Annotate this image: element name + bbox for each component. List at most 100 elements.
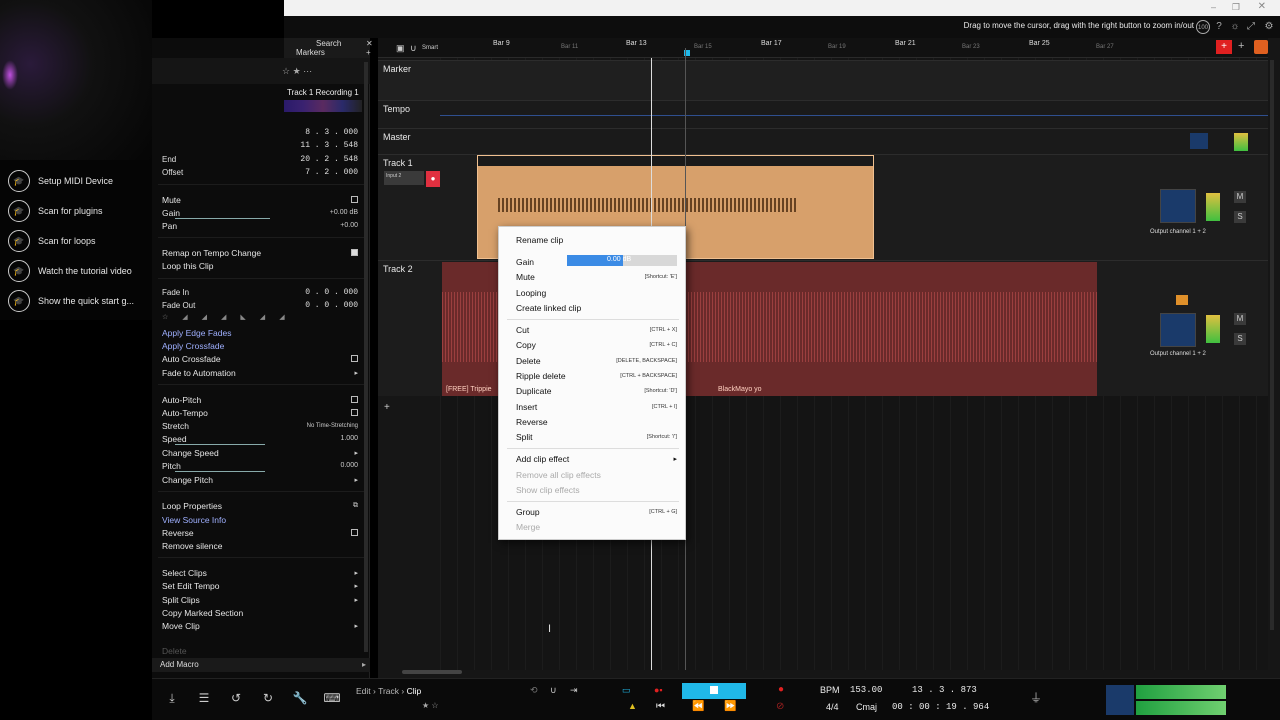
automation-record-icon[interactable]: ⊘ <box>776 701 784 712</box>
mute-button[interactable]: M <box>1234 313 1246 325</box>
keyboard-icon[interactable]: ⌨ <box>320 689 344 707</box>
help-icon[interactable]: ? <box>1212 20 1226 34</box>
view-source-row[interactable]: View Source Info <box>162 513 358 526</box>
menu-create-linked-clip[interactable]: Create linked clip <box>499 300 687 315</box>
menu-looping[interactable]: Looping <box>499 285 687 300</box>
remap-row[interactable]: Remap on Tempo Change <box>162 246 358 259</box>
auto-tempo-row[interactable]: Auto-Tempo <box>162 406 358 419</box>
reverse-checkbox[interactable] <box>351 529 358 536</box>
set-edit-tempo-row[interactable]: Set Edit Tempo ▸ <box>162 579 358 592</box>
apply-edge-fades-row[interactable]: Apply Edge Fades <box>162 326 358 339</box>
copy-marked-row[interactable]: Copy Marked Section <box>162 606 358 619</box>
stretch-value[interactable]: No Time-Stretching <box>307 423 358 429</box>
clip-header[interactable] <box>478 156 873 166</box>
fullscreen-icon[interactable]: ⤢ <box>1244 20 1258 34</box>
vertical-scrollbar[interactable] <box>1270 60 1274 630</box>
quick-start-button[interactable]: 🎓 Show the quick start g... <box>8 288 152 314</box>
monitor-icon[interactable]: ▭ <box>622 685 631 696</box>
add-macro-button[interactable]: Add Macro ▸ <box>152 658 370 672</box>
menu-delete[interactable]: Delete [DELETE, BACKSPACE] <box>499 353 687 368</box>
stop-button[interactable] <box>682 683 746 699</box>
mute-row[interactable]: Mute <box>162 193 358 206</box>
export-icon[interactable]: ⤓ <box>160 689 184 707</box>
loop-icon[interactable]: ⟲ <box>530 685 538 696</box>
snap-mode[interactable]: Smart <box>422 45 438 51</box>
track-1-input[interactable]: Input 2 <box>384 171 424 185</box>
plus-icon[interactable]: + <box>1238 40 1244 52</box>
magnet-icon[interactable]: ∪ <box>410 43 417 54</box>
end-row[interactable]: End 20 . 2 . 548 <box>162 153 358 166</box>
gain-value[interactable]: +0.00 dB <box>330 209 358 216</box>
time-value[interactable]: 00 : 00 : 19 . 964 <box>892 702 989 712</box>
menu-mute[interactable]: Mute [Shortcut: 'E'] <box>499 269 687 284</box>
fade-in-row[interactable]: Fade In 0 . 0 . 000 <box>162 286 358 299</box>
menu-insert[interactable]: Insert [CTRL + I] <box>499 399 687 414</box>
split-clips-row[interactable]: Split Clips ▸ <box>162 593 358 606</box>
select-clips-row[interactable]: Select Clips ▸ <box>162 566 358 579</box>
change-speed-row[interactable]: Change Speed ▸ <box>162 446 358 459</box>
fade-shapes[interactable]: ☆◢◢◢◣◢◢ <box>162 313 358 325</box>
star-icon[interactable]: ★ ☆ <box>422 701 439 710</box>
record-settings-icon[interactable] <box>1254 40 1268 54</box>
rewind-icon[interactable]: ⏪ <box>692 701 704 712</box>
plus-icon[interactable]: + <box>366 48 371 57</box>
favorite-icon[interactable]: ☆ ★ ⋯ <box>282 66 312 77</box>
scan-loops-button[interactable]: 🎓 Scan for loops <box>8 228 152 254</box>
start-value[interactable]: 8 . 3 . 000 <box>305 128 358 137</box>
start-row[interactable]: 8 . 3 . 000 <box>162 126 358 139</box>
crumb-clip[interactable]: Clip <box>407 686 422 696</box>
tab-search[interactable]: Search <box>316 39 341 48</box>
speed-slider[interactable] <box>175 444 265 445</box>
lightbulb-icon[interactable]: ☼ <box>1228 20 1242 34</box>
track-1-output[interactable]: Output channel 1 + 2 <box>1150 229 1206 235</box>
tab-markers[interactable]: Markers <box>296 48 325 57</box>
zoom-badge[interactable]: 100 <box>1196 20 1210 34</box>
timeline-ruler[interactable]: ▣ ∪ Smart Bar 9 Bar 11 Bar 13 Bar 15 Bar… <box>378 38 1268 58</box>
auto-tempo-checkbox[interactable] <box>351 409 358 416</box>
time-signature[interactable]: 4/4 <box>826 702 839 712</box>
inspector-scrollbar[interactable] <box>364 62 368 652</box>
key-signature[interactable]: Cmaj <box>856 702 877 712</box>
offset-row[interactable]: Offset 7 . 2 . 000 <box>162 166 358 179</box>
tempo-track[interactable]: Tempo <box>378 100 1268 128</box>
pan-value[interactable]: +0.00 <box>340 222 358 229</box>
menu-duplicate[interactable]: Duplicate [Shortcut: 'D'] <box>499 383 687 398</box>
menu-group[interactable]: Group [CTRL + G] <box>499 504 687 519</box>
auto-crossfade-checkbox[interactable] <box>351 355 358 362</box>
loop-properties-row[interactable]: Loop Properties ⧉ <box>162 499 358 512</box>
master-plugin[interactable] <box>1190 133 1208 149</box>
delete-row[interactable]: Delete <box>162 647 358 655</box>
record-button[interactable]: ● <box>778 684 784 695</box>
wrench-icon[interactable]: 🔧 <box>288 689 312 707</box>
fast-forward-icon[interactable]: ⏩ <box>724 701 736 712</box>
record-mode-icon[interactable]: ●▪ <box>654 685 663 695</box>
close-icon[interactable]: ✕ <box>1258 1 1266 12</box>
mute-checkbox[interactable] <box>351 196 358 203</box>
remove-silence-row[interactable]: Remove silence <box>162 539 358 552</box>
crumb-track[interactable]: Track <box>378 686 399 696</box>
solo-button[interactable]: S <box>1234 333 1246 345</box>
punch-icon[interactable]: ⇥ <box>570 685 578 696</box>
horizontal-scrollbar[interactable] <box>402 670 462 674</box>
master-plugin-strip[interactable] <box>1106 685 1134 715</box>
end-value[interactable]: 20 . 2 . 548 <box>300 155 358 164</box>
tool-icon[interactable]: ▣ <box>396 43 405 54</box>
auto-pitch-checkbox[interactable] <box>351 396 358 403</box>
track-2-plugin[interactable] <box>1160 313 1196 347</box>
stretch-row[interactable]: Stretch No Time-Stretching <box>162 419 358 432</box>
menu-reverse[interactable]: Reverse <box>499 414 687 429</box>
pitch-value[interactable]: 0.000 <box>340 462 358 469</box>
undo-icon[interactable]: ↺ <box>224 689 248 707</box>
auto-pitch-row[interactable]: Auto-Pitch <box>162 393 358 406</box>
menu-add-clip-effect[interactable]: Add clip effect ▸ <box>499 451 687 466</box>
menu-icon[interactable]: ☰ <box>192 689 216 707</box>
crumb-edit[interactable]: Edit <box>356 686 371 696</box>
restore-icon[interactable]: ❐ <box>1232 2 1240 13</box>
snap-icon[interactable]: ∪ <box>550 685 557 696</box>
master-track[interactable]: Master <box>378 128 1268 154</box>
apply-crossfade-row[interactable]: Apply Crossfade <box>162 339 358 352</box>
offset-value[interactable]: 7 . 2 . 000 <box>305 168 358 177</box>
loop-clip-row[interactable]: Loop this Clip <box>162 259 358 272</box>
fade-to-automation-row[interactable]: Fade to Automation ▸ <box>162 366 358 379</box>
fade-out-value[interactable]: 0 . 0 . 000 <box>305 301 358 310</box>
